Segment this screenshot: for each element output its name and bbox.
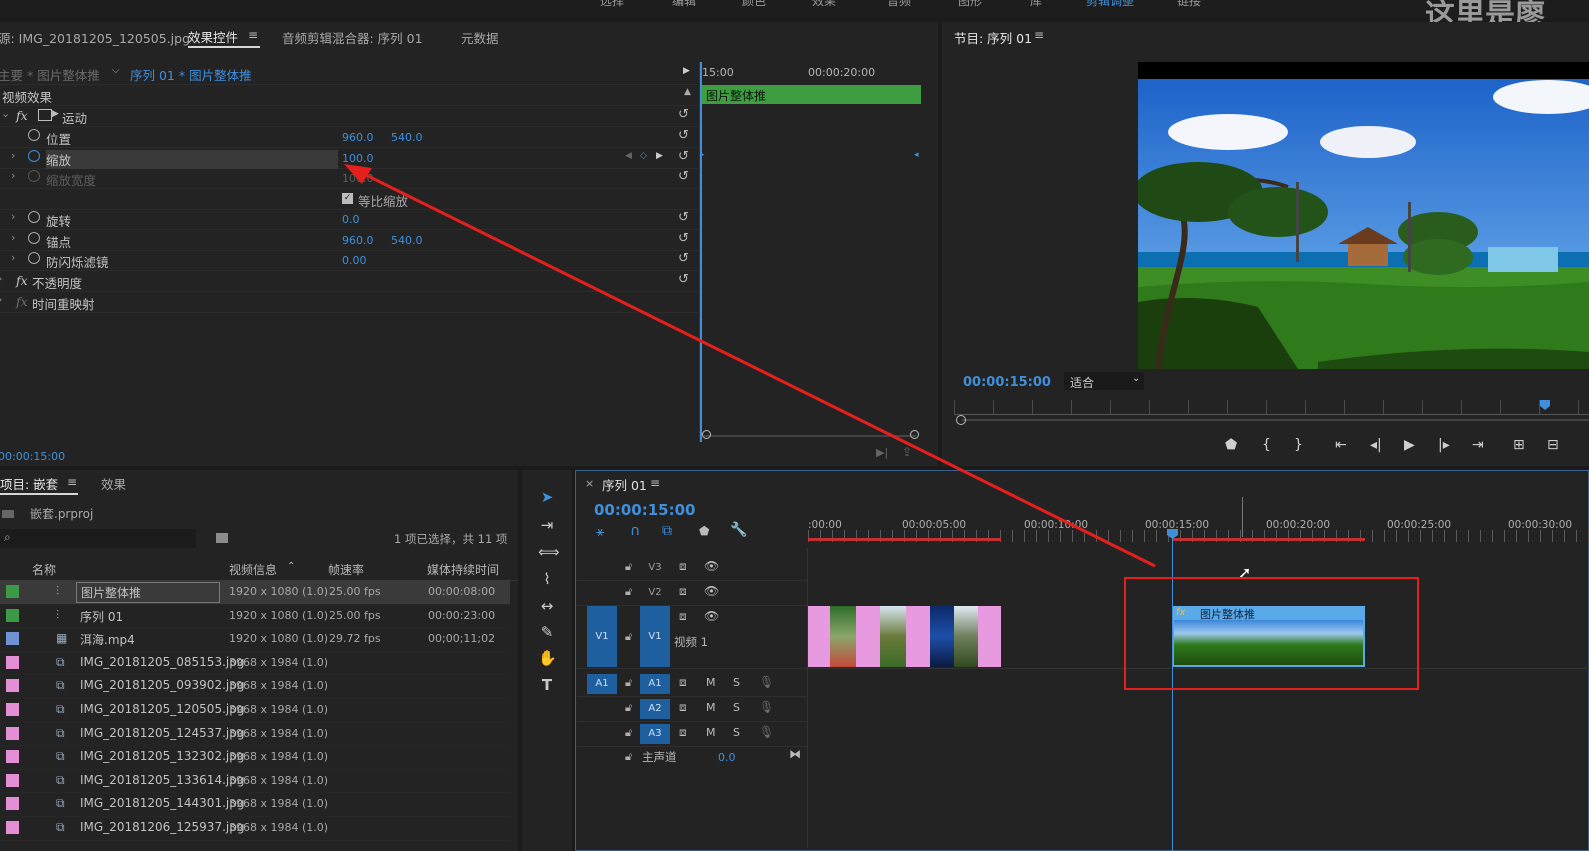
annotation-arrow-head bbox=[344, 164, 372, 184]
annotation-highlight-box bbox=[1124, 577, 1419, 690]
annotation-arrow-line bbox=[359, 170, 1156, 568]
annotation-overlay bbox=[344, 164, 1419, 690]
